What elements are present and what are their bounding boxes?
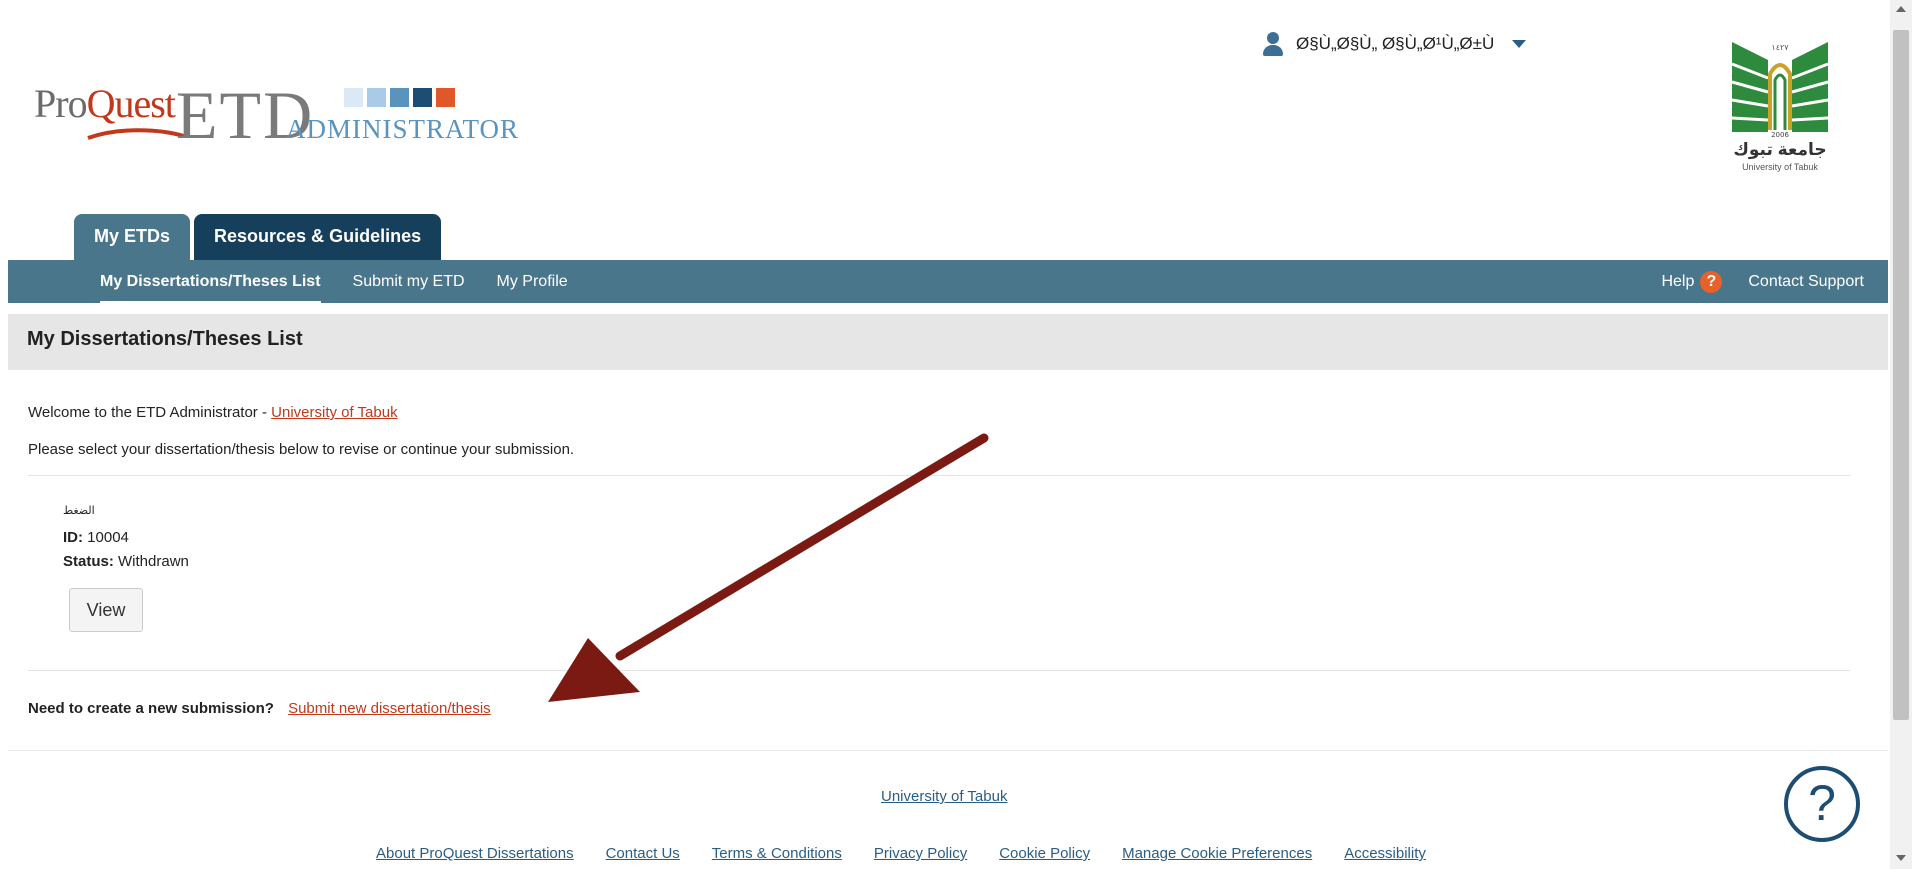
main-tabs: My ETDs Resources & Guidelines: [74, 214, 442, 260]
contact-support-link[interactable]: Contact Support: [1748, 273, 1864, 291]
help-widget-button[interactable]: ?: [1784, 766, 1860, 842]
new-submission-row: Need to create a new submission? Submit …: [28, 700, 491, 717]
university-english-name: University of Tabuk: [1742, 162, 1818, 172]
university-emblem-icon: ١٤٢٧ 2006: [1728, 38, 1832, 139]
proquest-etd-logo[interactable]: ProQuest ETD ADMINISTRATOR: [34, 77, 518, 153]
welcome-message: Welcome to the ETD Administrator - Unive…: [28, 404, 398, 421]
user-name: Ø§Ù„Ø§Ù„ Ø§Ù„Ø¹Ù„Ø±Ù: [1296, 34, 1495, 53]
footer-links: About ProQuest Dissertations Contact Us …: [376, 845, 1426, 862]
scrollbar-thumb[interactable]: [1893, 30, 1909, 720]
question-icon: ?: [1700, 270, 1723, 293]
footer-terms-link[interactable]: Terms & Conditions: [712, 845, 842, 862]
subnav-dissertations-list[interactable]: My Dissertations/Theses List: [100, 273, 321, 303]
scroll-down-icon[interactable]: [1896, 855, 1906, 861]
submission-id-label: ID:: [63, 529, 83, 546]
footer-cookie-policy-link[interactable]: Cookie Policy: [999, 845, 1090, 862]
footer-about-link[interactable]: About ProQuest Dissertations: [376, 845, 574, 862]
submission-status-value: Withdrawn: [118, 553, 189, 570]
proquest-swoosh-icon: [87, 128, 185, 140]
submission-title: الضغط: [63, 505, 95, 517]
footer-privacy-link[interactable]: Privacy Policy: [874, 845, 967, 862]
help-label: Help: [1661, 272, 1695, 290]
proquest-pro-text: Pro: [34, 81, 88, 126]
scroll-up-icon[interactable]: [1896, 6, 1906, 12]
caret-down-icon: [1512, 40, 1527, 48]
university-arabic-name: جامعة تبوك: [1733, 140, 1827, 159]
svg-text:١٤٢٧: ١٤٢٧: [1771, 43, 1789, 52]
brand-square: [413, 88, 432, 107]
subnav-submit-etd[interactable]: Submit my ETD: [353, 273, 465, 291]
university-logo: ١٤٢٧ 2006 جامعة تبوك University of Tabuk: [1722, 34, 1838, 176]
help-link[interactable]: Help ?: [1661, 270, 1723, 293]
submission-id-value: 10004: [87, 529, 129, 546]
svg-text:2006: 2006: [1771, 131, 1789, 138]
vertical-scrollbar[interactable]: [1890, 0, 1912, 869]
brand-square: [390, 88, 409, 107]
footer-divider: [8, 750, 1888, 751]
brand-square: [344, 88, 363, 107]
new-submission-prompt: Need to create a new submission?: [28, 700, 274, 717]
page-title: My Dissertations/Theses List: [27, 328, 303, 350]
page-header-bar: My Dissertations/Theses List: [8, 314, 1888, 370]
footer-university-link[interactable]: University of Tabuk: [881, 788, 1007, 805]
subnav-my-profile[interactable]: My Profile: [497, 273, 568, 291]
administrator-wordmark: ADMINISTRATOR: [286, 114, 520, 144]
sub-navigation: My Dissertations/Theses List Submit my E…: [8, 260, 1888, 303]
university-link[interactable]: University of Tabuk: [271, 404, 397, 421]
tab-my-etds[interactable]: My ETDs: [74, 214, 191, 260]
proquest-wordmark: ProQuest: [34, 80, 176, 127]
brand-squares: [344, 88, 455, 107]
footer-accessibility-link[interactable]: Accessibility: [1344, 845, 1426, 862]
submission-id: ID: 10004: [63, 526, 189, 550]
footer-manage-cookies-link[interactable]: Manage Cookie Preferences: [1122, 845, 1312, 862]
user-icon: [1262, 32, 1284, 56]
instructions-text: Please select your dissertation/thesis b…: [28, 441, 575, 458]
annotation-arrow-icon: [548, 433, 989, 702]
welcome-text: Welcome to the ETD Administrator -: [28, 404, 272, 421]
submission-status-label: Status:: [63, 553, 114, 570]
tab-resources-guidelines[interactable]: Resources & Guidelines: [194, 214, 442, 260]
submission-item: الضغط ID: 10004 Status: Withdrawn View: [63, 504, 189, 632]
user-menu[interactable]: Ø§Ù„Ø§Ù„ Ø§Ù„Ø¹Ù„Ø±Ù: [1262, 32, 1527, 56]
submit-new-dissertation-link[interactable]: Submit new dissertation/thesis: [288, 700, 491, 717]
footer-contact-link[interactable]: Contact Us: [606, 845, 680, 862]
proquest-quest-text: Quest: [86, 81, 176, 126]
brand-square: [367, 88, 386, 107]
submission-status: Status: Withdrawn: [63, 550, 189, 574]
brand-square: [436, 88, 455, 107]
view-button[interactable]: View: [69, 588, 143, 632]
